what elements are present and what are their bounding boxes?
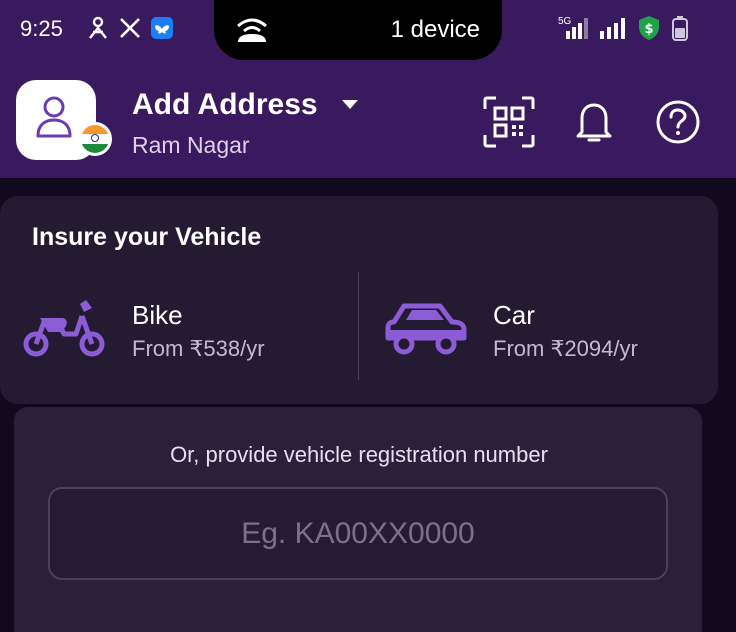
address-title[interactable]: Add Address: [132, 88, 318, 122]
bike-label: Bike: [132, 300, 183, 330]
help-button[interactable]: [650, 94, 706, 150]
car-option[interactable]: Car From ₹2094/yr: [384, 290, 704, 370]
bike-price: From ₹538/yr: [132, 336, 265, 361]
person-icon: [34, 94, 80, 145]
people-icon: [86, 14, 110, 42]
car-label: Car: [493, 300, 535, 330]
battery-icon: [670, 14, 690, 42]
svg-text:$: $: [644, 22, 653, 37]
connected-devices-text: 1 device: [390, 16, 480, 43]
network-type-label: 5G: [558, 16, 572, 27]
india-flag-icon: [78, 122, 112, 156]
signal-5g-icon: 5G: [552, 14, 590, 42]
car-icon: [384, 300, 468, 361]
address-subtitle: Ram Nagar: [132, 132, 250, 158]
chevron-down-icon[interactable]: [342, 100, 358, 109]
help-icon: [656, 100, 700, 144]
bluesky-icon: [150, 14, 174, 42]
signal-icon: [598, 14, 630, 42]
shield-dollar-icon: $: [636, 14, 662, 42]
vehicle-divider: [358, 272, 359, 380]
qr-code-icon: [483, 96, 535, 148]
qr-scan-button[interactable]: [481, 94, 537, 150]
car-price: From ₹2094/yr: [493, 336, 638, 361]
notifications-button[interactable]: [566, 94, 622, 150]
status-time: 9:25: [20, 16, 63, 41]
status-bar: 9:25 1 device 5G $: [0, 0, 736, 60]
hotspot-icon: [234, 16, 270, 49]
bike-option[interactable]: Bike From ₹538/yr: [22, 290, 342, 370]
dynamic-island: 1 device: [214, 0, 502, 60]
x-app-icon: [118, 14, 142, 42]
bike-icon: [22, 296, 106, 367]
registration-number-input[interactable]: [48, 487, 668, 580]
bell-icon: [576, 103, 612, 142]
registration-label: Or, provide vehicle registration number: [170, 442, 548, 467]
insure-vehicle-title: Insure your Vehicle: [32, 223, 262, 251]
